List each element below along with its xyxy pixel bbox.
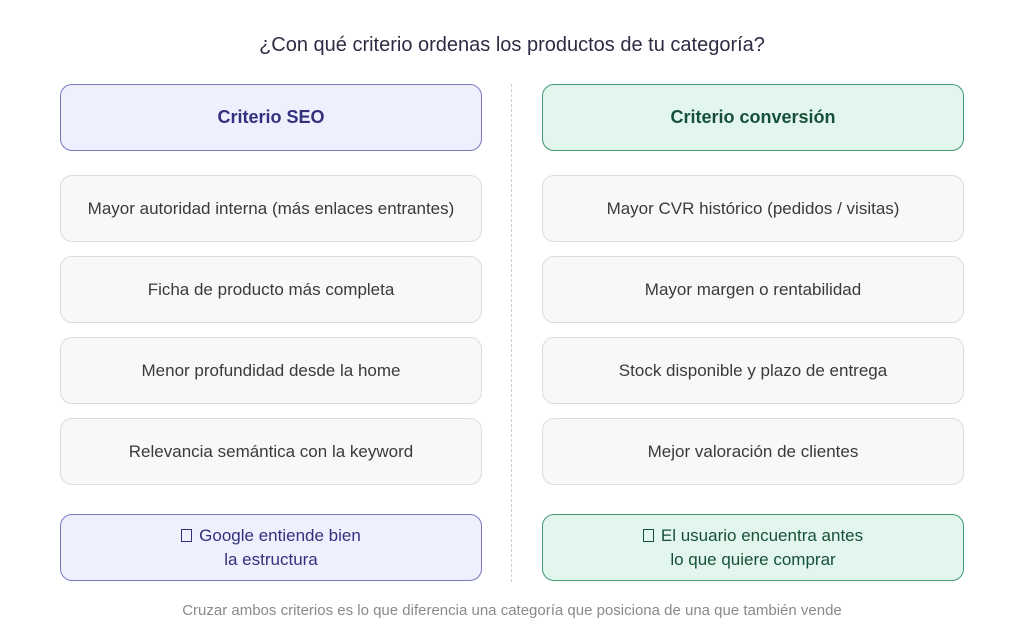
diagram-title: ¿Con qué criterio ordenas los productos … bbox=[259, 34, 765, 56]
check-box-icon bbox=[181, 528, 193, 542]
conversion-item: Stock disponible y plazo de entrega bbox=[542, 337, 964, 404]
seo-item: Ficha de producto más completa bbox=[60, 256, 482, 323]
seo-result-text-2: la estructura bbox=[224, 549, 318, 569]
conversion-item: Mayor CVR histórico (pedidos / visitas) bbox=[542, 175, 964, 242]
conversion-result: El usuario encuentra antes lo que quiere… bbox=[542, 514, 964, 581]
diagram-caption: Cruzar ambos criterios es lo que diferen… bbox=[182, 602, 842, 619]
check-box-icon bbox=[642, 528, 654, 542]
seo-result-text-1: Google entiende bien bbox=[199, 525, 361, 545]
conversion-result-text-1: El usuario encuentra antes bbox=[660, 525, 864, 545]
seo-header: Criterio SEO bbox=[60, 84, 482, 151]
seo-result-line-1: Google entiende bien bbox=[181, 524, 361, 548]
conversion-item: Mejor valoración de clientes bbox=[542, 418, 964, 485]
conversion-header: Criterio conversión bbox=[542, 84, 964, 151]
seo-item: Mayor autoridad interna (más enlaces ent… bbox=[60, 175, 482, 242]
conversion-item: Mayor margen o rentabilidad bbox=[542, 256, 964, 323]
column-divider bbox=[511, 84, 512, 582]
seo-result: Google entiende bien la estructura bbox=[60, 514, 482, 581]
seo-item: Relevancia semántica con la keyword bbox=[60, 418, 482, 485]
conversion-result-text-2: lo que quiere comprar bbox=[670, 549, 836, 569]
seo-item: Menor profundidad desde la home bbox=[60, 337, 482, 404]
conversion-result-line-1: El usuario encuentra antes bbox=[642, 524, 864, 548]
